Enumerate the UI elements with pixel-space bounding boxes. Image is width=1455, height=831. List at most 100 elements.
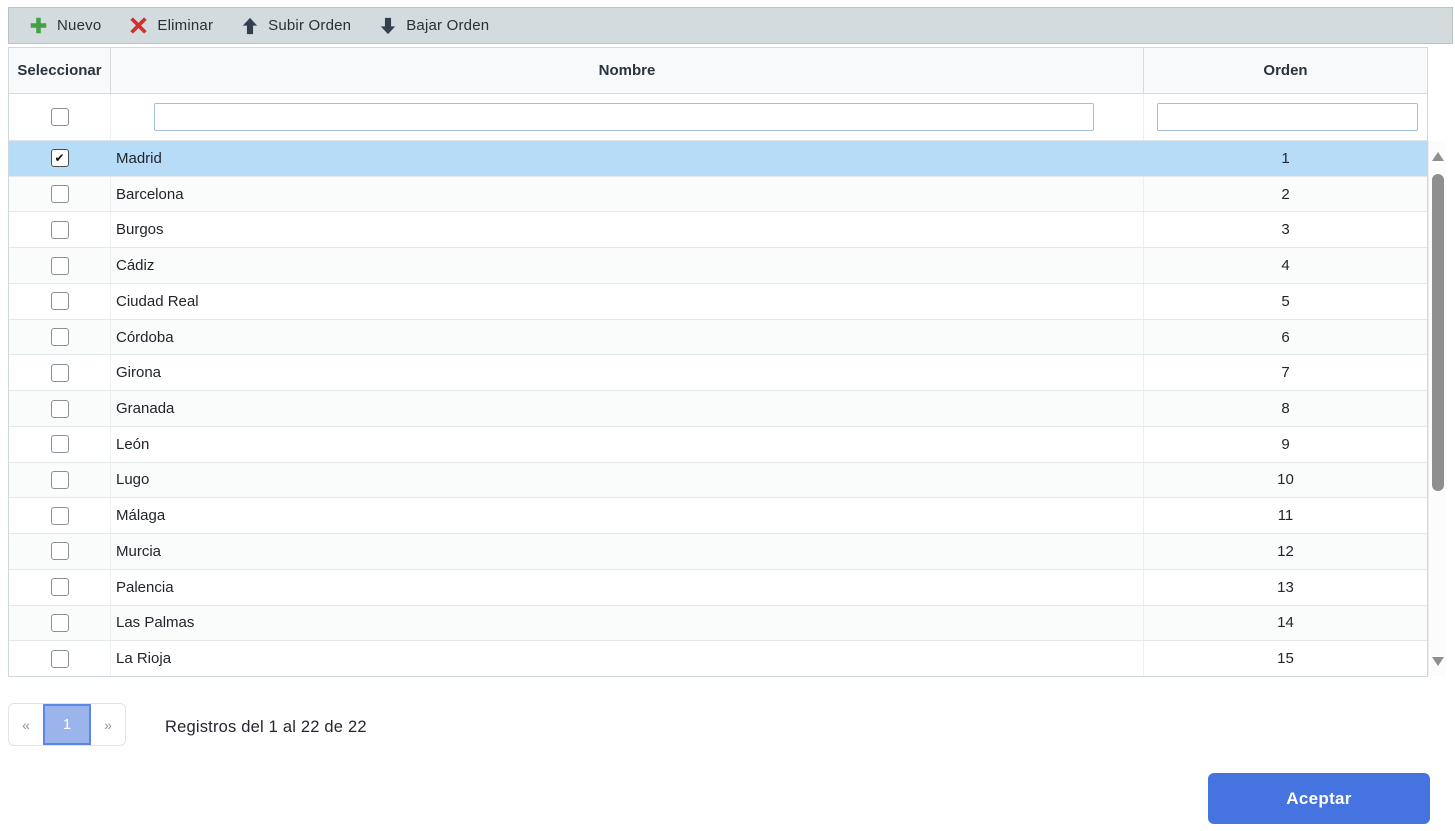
scroll-up-button[interactable] bbox=[1429, 146, 1447, 166]
row-checkbox[interactable] bbox=[50, 363, 69, 382]
row-name: Córdoba bbox=[111, 319, 1144, 355]
column-header-nombre[interactable]: Nombre bbox=[111, 48, 1144, 93]
row-name: Cádiz bbox=[111, 248, 1144, 283]
row-name: Palencia bbox=[111, 569, 1144, 605]
row-checkbox[interactable] bbox=[50, 328, 69, 347]
filter-select-cell bbox=[9, 94, 111, 140]
row-checkbox[interactable] bbox=[50, 506, 69, 525]
nombre-filter-input[interactable] bbox=[154, 103, 1094, 131]
filter-orden-cell bbox=[1144, 94, 1427, 140]
toolbar: Nuevo Eliminar Subir Orden Bajar Orden bbox=[8, 7, 1453, 44]
scrollbar-thumb[interactable] bbox=[1432, 174, 1444, 491]
row-orden: 2 bbox=[1281, 185, 1290, 203]
row-select-cell bbox=[9, 462, 111, 498]
row-select-cell bbox=[9, 319, 111, 355]
select-all-checkbox[interactable] bbox=[50, 108, 69, 126]
row-orden: 12 bbox=[1277, 542, 1294, 560]
bajar-orden-button-label: Bajar Orden bbox=[406, 17, 490, 34]
row-checkbox[interactable] bbox=[50, 292, 69, 311]
vertical-scrollbar[interactable] bbox=[1428, 141, 1446, 676]
table-row[interactable]: Ciudad Real 5 bbox=[9, 283, 1427, 320]
row-select-cell bbox=[9, 641, 111, 677]
row-orden: 4 bbox=[1281, 257, 1290, 275]
row-checkbox[interactable] bbox=[50, 149, 69, 168]
row-select-cell bbox=[9, 141, 111, 176]
bajar-orden-button[interactable]: Bajar Orden bbox=[365, 8, 503, 43]
table-row[interactable]: Murcia 12 bbox=[9, 534, 1427, 570]
table-row[interactable]: Madrid 1 bbox=[9, 141, 1427, 177]
table-row[interactable]: Las Palmas 14 bbox=[9, 605, 1427, 642]
row-name: Murcia bbox=[111, 534, 1144, 569]
row-checkbox[interactable] bbox=[50, 649, 69, 668]
row-name: Barcelona bbox=[111, 176, 1144, 212]
table-row[interactable]: Palencia 13 bbox=[9, 569, 1427, 606]
row-select-cell bbox=[9, 212, 111, 248]
eliminar-button[interactable]: Eliminar bbox=[115, 8, 227, 43]
filter-nombre-cell bbox=[111, 94, 1144, 140]
row-orden: 13 bbox=[1277, 578, 1294, 596]
row-select-cell bbox=[9, 498, 111, 534]
row-checkbox[interactable] bbox=[50, 435, 69, 454]
row-checkbox[interactable] bbox=[50, 220, 69, 239]
row-orden: 3 bbox=[1281, 221, 1290, 239]
row-name: Lugo bbox=[111, 462, 1144, 498]
table-row[interactable]: Málaga 11 bbox=[9, 498, 1427, 535]
scroll-down-button[interactable] bbox=[1429, 651, 1447, 671]
row-checkbox[interactable] bbox=[50, 613, 69, 632]
scroll-down-icon bbox=[1432, 656, 1444, 666]
x-icon bbox=[129, 16, 148, 35]
filter-row bbox=[9, 94, 1427, 141]
row-name: Granada bbox=[111, 391, 1144, 426]
row-checkbox[interactable] bbox=[50, 256, 69, 275]
row-select-cell bbox=[9, 605, 111, 641]
row-name: Madrid bbox=[116, 149, 162, 167]
row-checkbox[interactable] bbox=[50, 578, 69, 597]
table-row[interactable]: Córdoba 6 bbox=[9, 319, 1427, 356]
row-orden: 8 bbox=[1281, 400, 1290, 417]
row-checkbox[interactable] bbox=[50, 542, 69, 561]
plus-icon bbox=[29, 16, 48, 35]
column-header-seleccionar[interactable]: Seleccionar bbox=[9, 48, 111, 93]
row-select-cell bbox=[9, 176, 111, 212]
records-summary: Registros del 1 al 22 de 22 bbox=[165, 718, 367, 736]
scroll-up-icon bbox=[1432, 151, 1444, 161]
table-row[interactable]: Barcelona 2 bbox=[9, 176, 1427, 213]
row-checkbox[interactable] bbox=[50, 470, 69, 489]
arrow-up-icon bbox=[241, 17, 259, 35]
table-row[interactable]: Granada 8 bbox=[9, 391, 1427, 427]
prev-page-button[interactable]: « bbox=[9, 704, 43, 745]
row-orden: 1 bbox=[1281, 149, 1290, 167]
row-checkbox[interactable] bbox=[50, 399, 69, 418]
table-row[interactable]: La Rioja 15 bbox=[9, 641, 1427, 677]
row-checkbox[interactable] bbox=[50, 185, 69, 204]
row-name: Málaga bbox=[111, 498, 1144, 534]
orden-filter-input[interactable] bbox=[1157, 103, 1418, 131]
subir-orden-button[interactable]: Subir Orden bbox=[227, 8, 365, 43]
table-row[interactable]: León 9 bbox=[9, 426, 1427, 463]
row-name: La Rioja bbox=[111, 641, 1144, 677]
page-1-button[interactable]: 1 bbox=[43, 704, 91, 745]
row-orden: 15 bbox=[1277, 650, 1294, 668]
row-orden: 10 bbox=[1277, 471, 1294, 489]
table-row[interactable]: Cádiz 4 bbox=[9, 248, 1427, 284]
next-page-button[interactable]: » bbox=[91, 704, 125, 745]
row-select-cell bbox=[9, 283, 111, 319]
row-orden: 14 bbox=[1277, 614, 1294, 632]
nuevo-button-label: Nuevo bbox=[57, 17, 102, 34]
row-name: Ciudad Real bbox=[111, 283, 1144, 319]
table-row[interactable]: Girona 7 bbox=[9, 355, 1427, 392]
row-select-cell bbox=[9, 391, 111, 426]
column-header-orden[interactable]: Orden bbox=[1144, 48, 1427, 93]
row-name: Las Palmas bbox=[111, 605, 1144, 641]
table-row[interactable]: Lugo 10 bbox=[9, 462, 1427, 499]
row-select-cell bbox=[9, 569, 111, 605]
row-orden: 9 bbox=[1281, 435, 1290, 453]
table-row[interactable]: Burgos 3 bbox=[9, 212, 1427, 249]
pagination: « 1 » bbox=[8, 703, 126, 746]
arrow-down-icon bbox=[379, 17, 397, 35]
nuevo-button[interactable]: Nuevo bbox=[15, 8, 115, 43]
row-name: León bbox=[111, 426, 1144, 462]
row-orden: 11 bbox=[1277, 507, 1294, 525]
aceptar-button[interactable]: Aceptar bbox=[1208, 773, 1430, 824]
row-select-cell bbox=[9, 248, 111, 283]
